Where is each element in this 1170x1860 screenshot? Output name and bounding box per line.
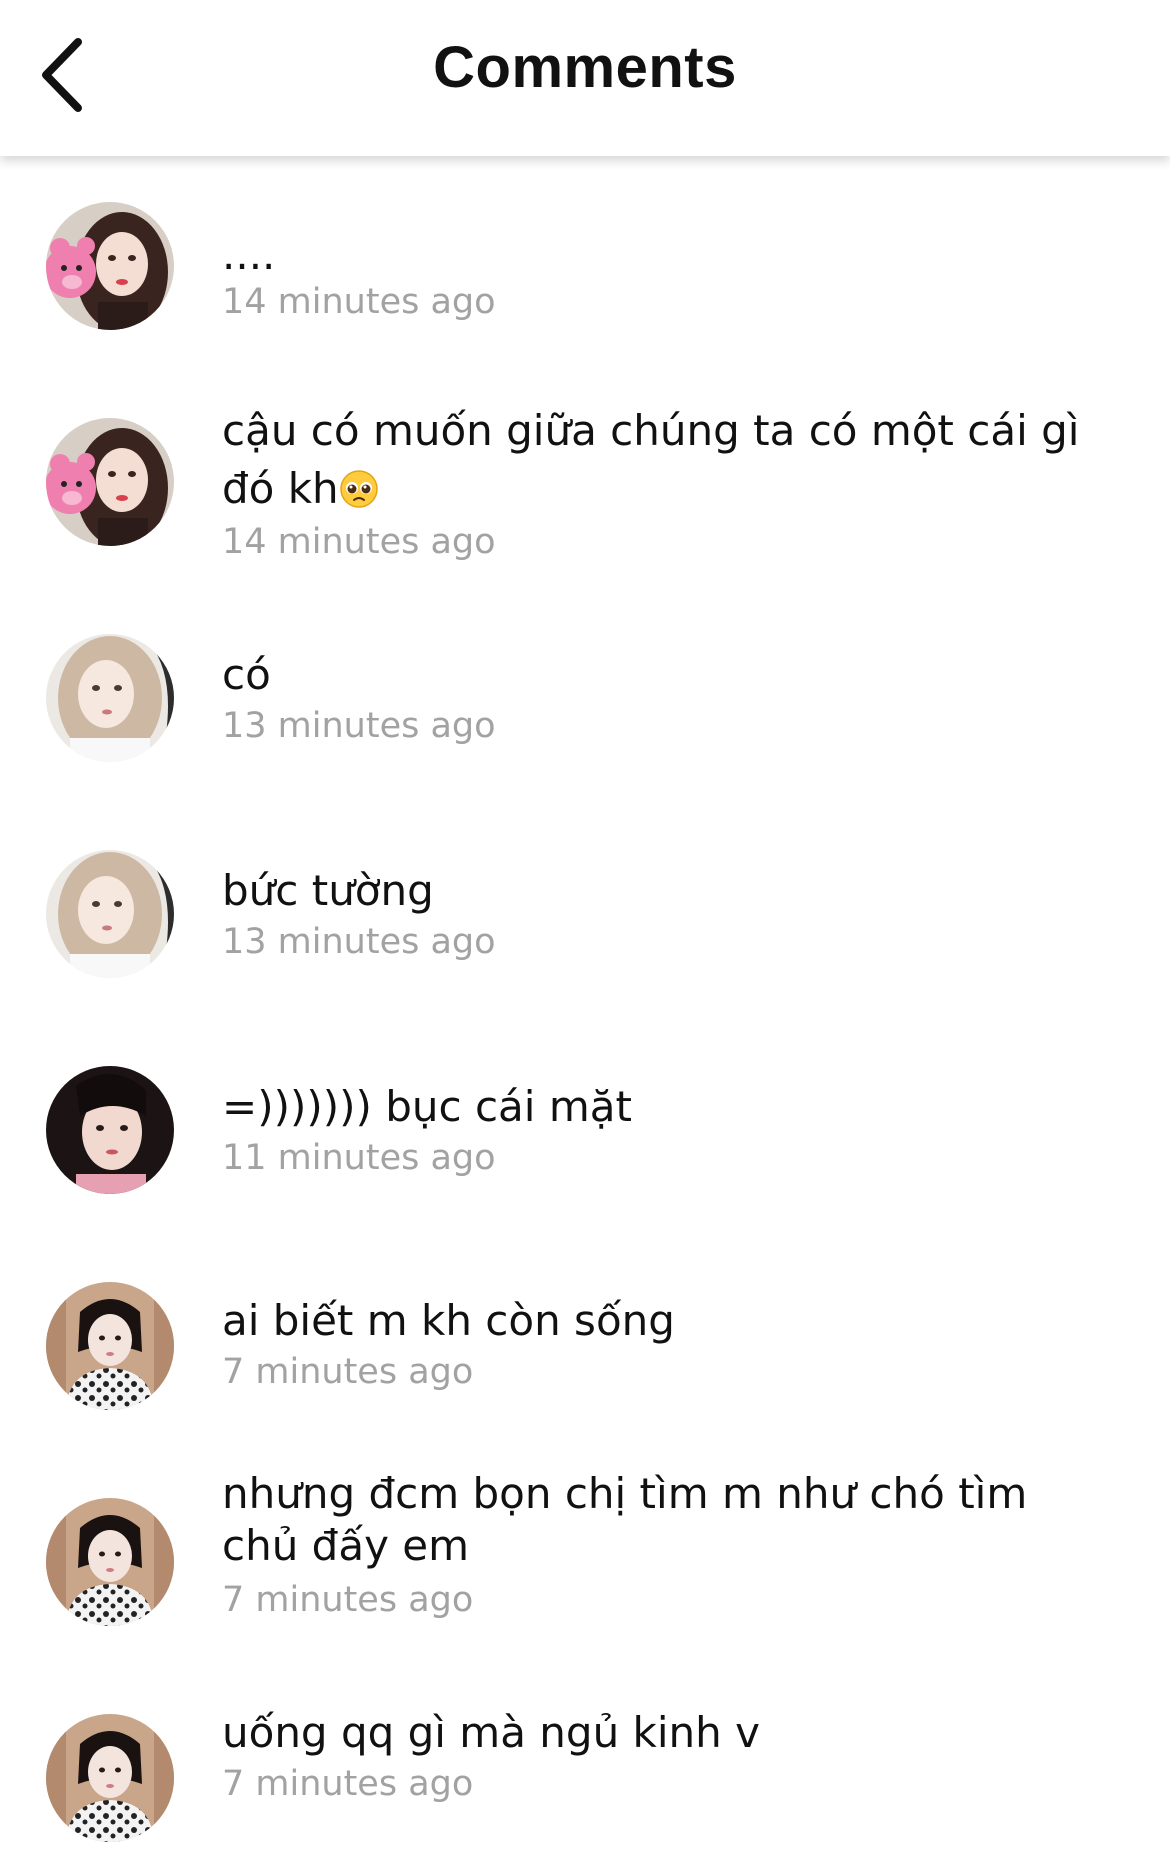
comment-timestamp: 13 minutes ago bbox=[222, 706, 496, 746]
comment-timestamp: 14 minutes ago bbox=[222, 282, 496, 322]
pleading-face-icon bbox=[339, 466, 379, 508]
comment-timestamp: 11 minutes ago bbox=[222, 1138, 496, 1178]
comment-timestamp: 7 minutes ago bbox=[222, 1764, 474, 1804]
comment-timestamp: 7 minutes ago bbox=[222, 1580, 474, 1620]
app-header: Comments bbox=[0, 0, 1170, 156]
comment-text: .... bbox=[222, 230, 276, 279]
avatar[interactable] bbox=[46, 1066, 174, 1194]
avatar[interactable] bbox=[46, 1714, 174, 1842]
comment-text: uống qq gì mà ngủ kinh v bbox=[222, 1708, 760, 1757]
comment-text: bức tường bbox=[222, 866, 434, 915]
avatar[interactable] bbox=[46, 1282, 174, 1410]
comment-text: ai biết m kh còn sống bbox=[222, 1296, 675, 1345]
comment-timestamp: 13 minutes ago bbox=[222, 922, 496, 962]
comment-text: cậu có muốn giữa chúng ta có một cái gì … bbox=[222, 402, 1122, 518]
comment-text: nhưng đcm bọn chị tìm m như chó tìm chủ … bbox=[222, 1469, 1028, 1570]
avatar[interactable] bbox=[46, 1498, 174, 1626]
avatar[interactable] bbox=[46, 418, 174, 546]
avatar[interactable] bbox=[46, 634, 174, 762]
comment-text: =))))))) bục cái mặt bbox=[222, 1082, 632, 1131]
avatar[interactable] bbox=[46, 202, 174, 330]
comment-timestamp: 14 minutes ago bbox=[222, 522, 496, 562]
comment-text: có bbox=[222, 650, 271, 699]
avatar[interactable] bbox=[46, 850, 174, 978]
page-title: Comments bbox=[433, 35, 737, 100]
comment-timestamp: 7 minutes ago bbox=[222, 1352, 474, 1392]
